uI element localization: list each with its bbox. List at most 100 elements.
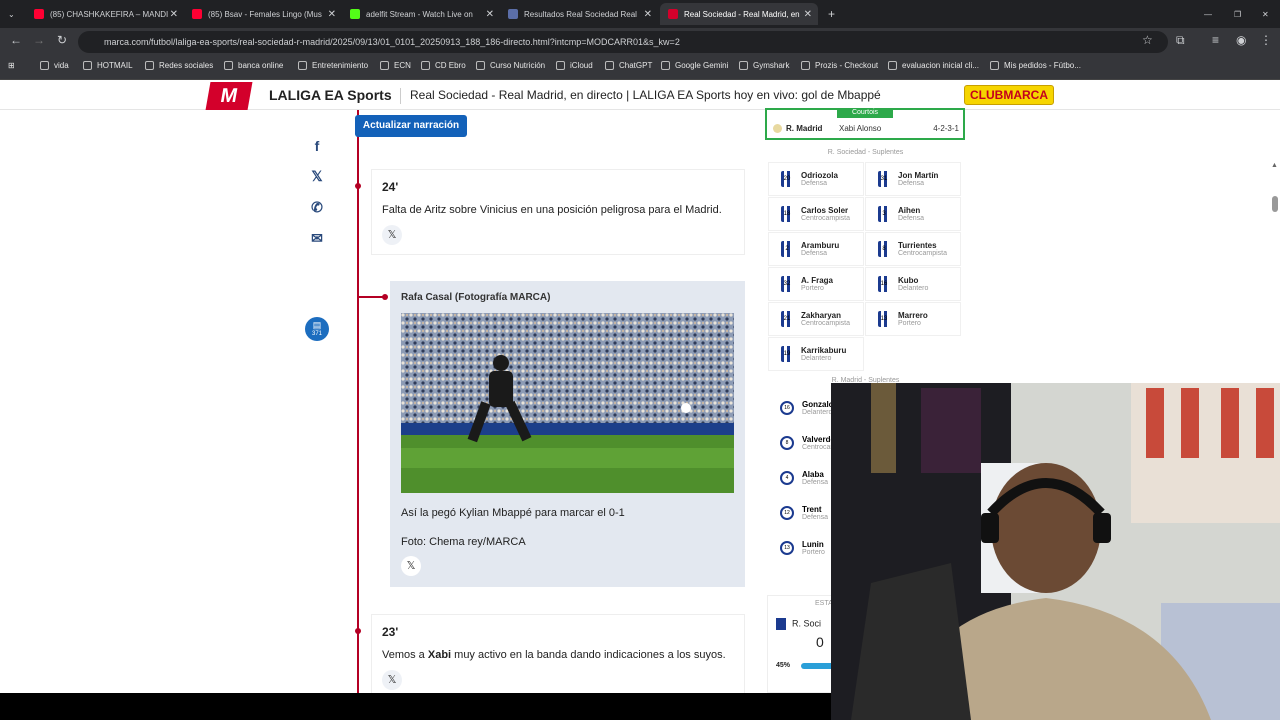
bookmark[interactable]: ECN bbox=[380, 61, 411, 70]
site-icon bbox=[476, 61, 485, 70]
reload-icon[interactable]: ↻ bbox=[57, 33, 67, 47]
player-position: Defensa bbox=[801, 250, 828, 257]
media-icon[interactable]: ≡ bbox=[1212, 33, 1219, 47]
tab-title: Resultados Real Sociedad Real bbox=[524, 9, 637, 19]
timeline-dot bbox=[355, 628, 361, 634]
close-icon[interactable]: ✕ bbox=[804, 9, 812, 20]
substitute-player: 12 Trent Defensa bbox=[768, 496, 832, 530]
bookmark[interactable]: Curso Nutrición bbox=[476, 61, 545, 70]
bookmark[interactable]: banca online bbox=[224, 61, 283, 70]
jersey-icon: 19 bbox=[781, 346, 793, 362]
comments-button[interactable]: ▤ 371 bbox=[305, 317, 329, 341]
substitute-player: 8 Turrientes Centrocampista bbox=[865, 232, 961, 266]
match-photo[interactable] bbox=[401, 313, 734, 493]
player-name: Odriozola bbox=[801, 171, 838, 180]
clubmarca-button[interactable]: CLUBMARCA bbox=[964, 85, 1054, 105]
tab-title: Real Sociedad - Real Madrid, en bbox=[684, 9, 800, 19]
jersey-icon: 18 bbox=[781, 206, 793, 222]
possession-bar bbox=[801, 663, 833, 669]
restore-icon[interactable]: ❐ bbox=[1226, 3, 1246, 25]
player-info: Aihen Defensa bbox=[898, 206, 924, 222]
player-name: Carlos Soler bbox=[801, 206, 849, 215]
jersey-icon: 3 bbox=[878, 206, 890, 222]
tab-title: adelfit Stream - Watch Live on bbox=[366, 9, 473, 19]
x-share-icon[interactable]: 𝕏 bbox=[401, 556, 421, 576]
minimize-icon[interactable]: — bbox=[1196, 3, 1216, 25]
close-window-icon[interactable]: ✕ bbox=[1254, 3, 1274, 25]
stats-team-name: R. Soci bbox=[792, 618, 822, 629]
bookmark[interactable]: CD Ebro bbox=[421, 61, 466, 70]
comments-count: 371 bbox=[311, 331, 322, 337]
close-icon[interactable]: ✕ bbox=[170, 9, 178, 20]
player-number: 8 bbox=[882, 246, 886, 252]
whatsapp-icon[interactable]: ✆ bbox=[305, 195, 329, 219]
close-icon[interactable]: ✕ bbox=[644, 9, 652, 20]
profile-icon[interactable]: ◉ bbox=[1236, 33, 1246, 47]
taskbar-strip bbox=[0, 693, 831, 720]
facebook-icon[interactable]: f bbox=[305, 134, 329, 158]
tab-1[interactable]: (85) CHASHKAKEFIRA – MANDI ✕ bbox=[26, 3, 184, 25]
player-position: Defensa bbox=[802, 514, 829, 521]
x-share-icon[interactable]: 𝕏 bbox=[382, 225, 402, 245]
scroll-up-icon[interactable]: ▲ bbox=[1271, 162, 1278, 169]
bookmark-label: CD Ebro bbox=[435, 61, 466, 70]
bookmark[interactable]: Google Gemini bbox=[661, 61, 728, 70]
player-info: Jon Martín Defensa bbox=[898, 171, 938, 187]
tab-2[interactable]: (85) Bsav - Females Lingo (Mus ✕ bbox=[184, 3, 342, 25]
player-info: Odriozola Defensa bbox=[801, 171, 838, 187]
bookmark[interactable]: Redes sociales bbox=[145, 61, 213, 70]
webcam-overlay bbox=[831, 383, 1280, 720]
player-number: 19 bbox=[783, 351, 791, 357]
bookmark[interactable]: vida bbox=[40, 61, 69, 70]
bookmark-star-icon[interactable]: ☆ bbox=[1142, 33, 1153, 47]
back-icon[interactable]: ← bbox=[10, 33, 22, 47]
x-icon[interactable]: 𝕏 bbox=[305, 164, 329, 188]
player-position: Defensa bbox=[802, 479, 829, 486]
close-icon[interactable]: ✕ bbox=[328, 9, 336, 20]
apps-icon[interactable]: ⊞ bbox=[8, 61, 15, 70]
section-title[interactable]: LALIGA EA Sports bbox=[269, 87, 392, 103]
close-icon[interactable]: ✕ bbox=[486, 9, 494, 20]
substitute-player: 16 Gonzalo Delantero bbox=[768, 391, 832, 425]
bookmark[interactable]: ChatGPT bbox=[605, 61, 652, 70]
bookmark[interactable]: evaluacion inicial cli... bbox=[888, 61, 979, 70]
bookmark-label: iCloud bbox=[570, 61, 593, 70]
bookmark[interactable]: iCloud bbox=[556, 61, 593, 70]
bookmark[interactable]: Prozis - Checkout bbox=[801, 61, 878, 70]
bookmark[interactable]: Entretenimiento bbox=[298, 61, 368, 70]
formation: 4-2-3-1 bbox=[933, 124, 959, 133]
substitute-player: 13 Marrero Portero bbox=[865, 302, 961, 336]
player-name: Lunin bbox=[802, 540, 824, 549]
player-name: Alaba bbox=[802, 470, 824, 479]
substitute-player: 32 A. Fraga Portero bbox=[768, 267, 864, 301]
x-share-icon[interactable]: 𝕏 bbox=[382, 670, 402, 690]
marca-logo[interactable]: M bbox=[205, 82, 253, 110]
address-bar[interactable]: marca.com/futbol/laliga-ea-sports/real-s… bbox=[78, 31, 1168, 53]
update-narration-button[interactable]: Actualizar narración bbox=[355, 115, 467, 137]
player-info: Kubo Delantero bbox=[898, 276, 928, 292]
bookmark-label: evaluacion inicial cli... bbox=[902, 61, 979, 70]
forward-icon[interactable]: → bbox=[33, 33, 45, 47]
badge-icon: 13 bbox=[780, 541, 794, 555]
tab-search-button[interactable]: ⌄ bbox=[0, 3, 24, 25]
bookmark[interactable]: Mis pedidos - Fútbo... bbox=[990, 61, 1081, 70]
event-card: 23' Vemos a Xabi muy activo en la banda … bbox=[371, 614, 745, 693]
crest-icon bbox=[776, 618, 786, 630]
photo-author: Rafa Casal (Fotografía MARCA) bbox=[401, 292, 551, 303]
bookmark[interactable]: HOTMAIL bbox=[83, 61, 133, 70]
extensions-icon[interactable]: ⧉ bbox=[1176, 33, 1185, 48]
bookmark[interactable]: Gymshark bbox=[739, 61, 789, 70]
scrollbar-thumb[interactable] bbox=[1272, 196, 1278, 212]
lineup-box: Courtois R. Madrid Xabi Alonso 4-2-3-1 bbox=[765, 108, 965, 140]
youtube-icon bbox=[34, 9, 44, 19]
tab-5-active[interactable]: Real Sociedad - Real Madrid, en ✕ bbox=[660, 3, 818, 25]
player-number: 31 bbox=[880, 176, 888, 182]
menu-icon[interactable]: ⋮ bbox=[1260, 33, 1272, 47]
email-icon[interactable]: ✉ bbox=[305, 226, 329, 250]
event-minute: 24' bbox=[382, 180, 399, 194]
tab-3[interactable]: adelfit Stream - Watch Live on ✕ bbox=[342, 3, 500, 25]
tab-title: (85) CHASHKAKEFIRA – MANDI bbox=[50, 9, 169, 19]
folder-icon bbox=[224, 61, 233, 70]
tab-4[interactable]: Resultados Real Sociedad Real ✕ bbox=[500, 3, 658, 25]
new-tab-button[interactable]: + bbox=[820, 3, 840, 25]
